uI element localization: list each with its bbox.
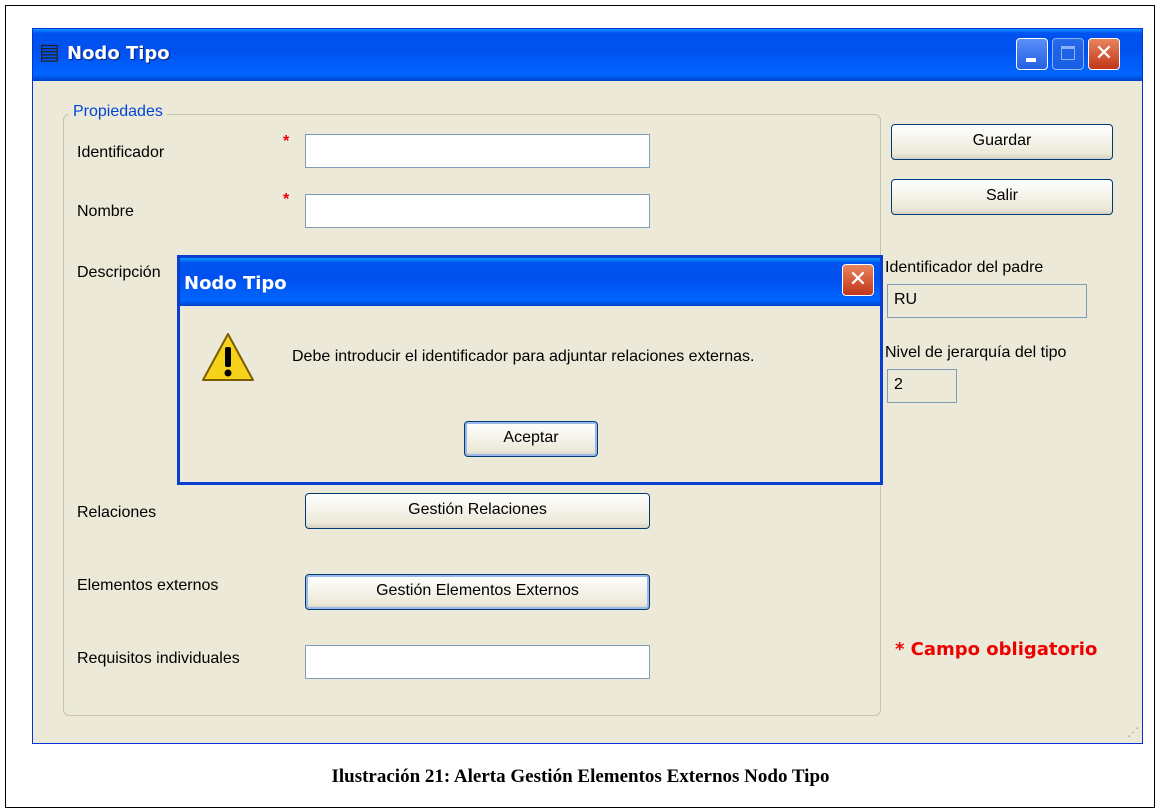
dialog-close-button[interactable]: ✕ bbox=[842, 264, 874, 296]
maximize-icon bbox=[1061, 46, 1075, 60]
padre-label: Identificador del padre bbox=[885, 259, 1044, 276]
close-icon: ✕ bbox=[848, 267, 868, 292]
required-note: * Campo obligatorio bbox=[895, 639, 1098, 660]
app-icon: ▤ bbox=[39, 39, 60, 64]
identificador-input[interactable] bbox=[305, 134, 650, 168]
required-mark: * bbox=[283, 191, 290, 208]
guardar-button[interactable]: Guardar bbox=[891, 124, 1113, 160]
salir-button[interactable]: Salir bbox=[891, 179, 1113, 215]
dialog-titlebar[interactable]: Nodo Tipo ✕ bbox=[180, 258, 880, 306]
minimize-button[interactable] bbox=[1016, 38, 1048, 70]
relaciones-label: Relaciones bbox=[77, 504, 157, 521]
warning-icon bbox=[202, 333, 254, 381]
nivel-label: Nivel de jerarquía del tipo bbox=[885, 344, 1067, 361]
figure-caption: Ilustración 21: Alerta Gestión Elementos… bbox=[331, 766, 830, 787]
padre-field: RU bbox=[887, 284, 1087, 318]
resize-grip-icon[interactable]: ⋰ bbox=[1127, 725, 1139, 739]
maximize-button bbox=[1052, 38, 1084, 70]
dialog-title: Nodo Tipo bbox=[184, 273, 287, 294]
gestion-relaciones-button[interactable]: Gestión Relaciones bbox=[305, 493, 650, 529]
identificador-label: Identificador bbox=[77, 144, 165, 161]
close-icon: ✕ bbox=[1094, 41, 1114, 66]
properties-group-title: Propiedades bbox=[69, 103, 167, 121]
gestion-elementos-externos-button[interactable]: Gestión Elementos Externos bbox=[305, 574, 650, 610]
requisitos-input[interactable] bbox=[305, 645, 650, 679]
elementos-externos-label: Elementos externos bbox=[77, 577, 219, 594]
required-mark: * bbox=[283, 133, 290, 150]
close-button[interactable]: ✕ bbox=[1088, 38, 1120, 70]
dialog-message: Debe introducir el identificador para ad… bbox=[292, 348, 755, 365]
descripcion-label: Descripción bbox=[77, 264, 161, 281]
window-titlebar[interactable]: ▤ Nodo Tipo ✕ bbox=[33, 29, 1142, 81]
nivel-field: 2 bbox=[887, 369, 957, 403]
alert-dialog: Nodo Tipo ✕ Debe introducir el identific… bbox=[177, 255, 883, 485]
nombre-label: Nombre bbox=[77, 203, 134, 220]
requisitos-label: Requisitos individuales bbox=[77, 650, 240, 667]
nombre-input[interactable] bbox=[305, 194, 650, 228]
aceptar-button[interactable]: Aceptar bbox=[464, 421, 598, 457]
minimize-icon bbox=[1026, 58, 1036, 62]
window-title: Nodo Tipo bbox=[67, 43, 170, 64]
